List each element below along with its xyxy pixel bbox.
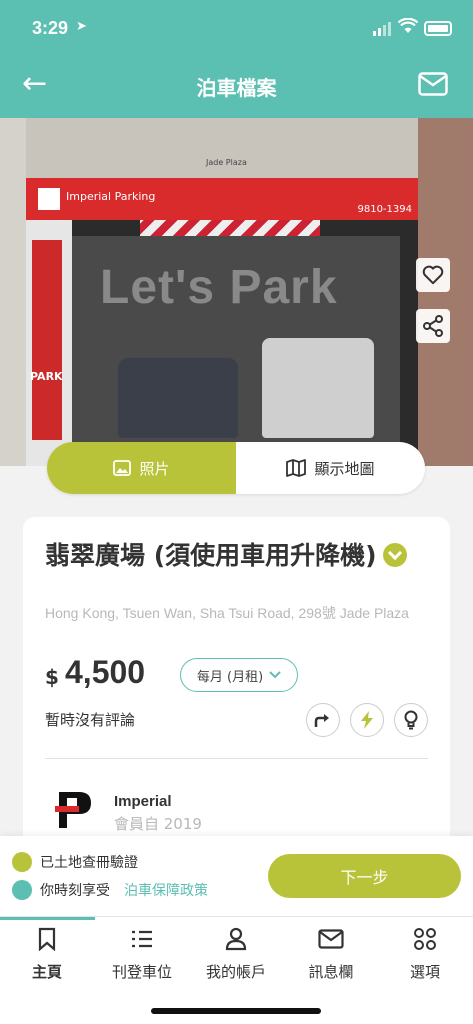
verified-check-icon [382, 543, 407, 567]
location-icon: ➤ [76, 19, 87, 34]
mail-icon [317, 925, 345, 953]
active-tab-indicator [0, 917, 95, 920]
tab-photos-label: 照片 [139, 459, 170, 478]
signal-icon [373, 22, 391, 36]
tab-home[interactable]: 主頁 [0, 925, 94, 989]
sign-phone: 9810-1394 [357, 204, 412, 215]
view-toggle: 照片 顯示地圖 [47, 442, 425, 494]
verified-badge-icon [12, 852, 32, 872]
status-time: 3:29 [32, 18, 69, 38]
tab-account-label: 我的帳戶 [205, 963, 266, 981]
barrier-stripes [140, 220, 320, 236]
reviews-text: 暫時沒有評論 [45, 711, 136, 729]
car-van [262, 338, 374, 438]
pillar-text: PARK [30, 370, 63, 383]
period-label: 每月 (月租) [196, 669, 264, 685]
tab-home-label: 主頁 [31, 963, 62, 981]
verified-row: 已土地查冊驗證 [12, 852, 138, 872]
tab-list-space-label: 刊登車位 [111, 963, 172, 981]
tab-options[interactable]: 選項 [378, 925, 472, 989]
directions-button[interactable] [306, 703, 340, 737]
tab-messages[interactable]: 訊息欄 [284, 925, 378, 989]
image-icon [113, 460, 132, 476]
list-icon [128, 925, 156, 953]
sign-logo [38, 188, 60, 210]
heart-icon [422, 265, 444, 285]
sign-name: Imperial Parking [66, 190, 156, 203]
guarantee-row: 你時刻享受 泊車保障政策 [12, 880, 208, 900]
nav-bar: ← 泊車檔案 [0, 56, 473, 118]
pillar-red-panel [32, 240, 62, 440]
guarantee-badge-icon [12, 880, 32, 900]
page-title: 泊車檔案 [196, 76, 277, 100]
action-bar: 已土地查冊驗證 你時刻享受 泊車保障政策 下一步 [0, 836, 473, 916]
member-since: 會員自 2019 [114, 815, 202, 833]
bookmark-icon [33, 925, 61, 953]
guarantee-text: 你時刻享受 [40, 883, 110, 899]
park-pillar: PARK [26, 220, 72, 466]
battery-icon [424, 21, 452, 36]
directions-icon [314, 714, 329, 727]
wall-right [418, 118, 473, 466]
grid-icon [411, 925, 439, 953]
next-button[interactable]: 下一步 [268, 854, 461, 898]
map-icon [286, 459, 307, 477]
wall-left [0, 118, 26, 466]
tab-list-space[interactable]: 刊登車位 [95, 925, 189, 989]
divider [45, 758, 428, 759]
listing-title: 翡翠廣場 (須使用車用升降機) [45, 539, 435, 573]
status-bar: 3:29 ➤ [0, 0, 473, 56]
period-dropdown[interactable]: 每月 (月租) [180, 658, 298, 692]
building-sign: Jade Plaza [206, 158, 247, 167]
car-sedan [118, 358, 238, 438]
tab-options-label: 選項 [409, 963, 440, 981]
listing-title-text: 翡翠廣場 (須使用車用升降機) [45, 541, 377, 570]
carpark-photo[interactable]: Jade Plaza Imperial Parking 9810-1394 PA… [0, 118, 473, 466]
tab-photos[interactable]: 照片 [47, 442, 236, 494]
chevron-down-icon [269, 671, 281, 679]
mail-icon[interactable] [418, 72, 448, 96]
price-currency: $ [45, 665, 59, 689]
price-amount: 4,500 [65, 654, 146, 690]
wifi-icon [398, 18, 418, 33]
person-icon [222, 925, 250, 953]
tab-map-label: 顯示地圖 [314, 459, 375, 478]
home-indicator [151, 1008, 321, 1014]
tab-messages-label: 訊息欄 [308, 963, 354, 981]
watermark: Let's Park [100, 261, 338, 314]
ev-charging-button[interactable] [350, 703, 384, 737]
tab-map[interactable]: 顯示地圖 [236, 442, 425, 494]
favorite-button[interactable] [416, 258, 450, 292]
building-facade [26, 118, 418, 178]
tab-account[interactable]: 我的帳戶 [189, 925, 283, 989]
share-icon [423, 315, 443, 337]
lighting-button[interactable] [394, 703, 428, 737]
operator-logo [55, 792, 91, 828]
listing-address: Hong Kong, Tsuen Wan, Sha Tsui Road, 298… [45, 605, 409, 621]
lightning-icon [361, 711, 373, 729]
share-button[interactable] [416, 309, 450, 343]
listing-card: 翡翠廣場 (須使用車用升降機) Hong Kong, Tsuen Wan, Sh… [23, 517, 450, 847]
verified-text: 已土地查冊驗證 [40, 855, 138, 871]
carpark-sign: Imperial Parking 9810-1394 [26, 178, 418, 220]
lightbulb-icon [404, 710, 418, 730]
policy-link[interactable]: 泊車保障政策 [124, 880, 208, 900]
owner-name: Imperial [114, 793, 172, 810]
